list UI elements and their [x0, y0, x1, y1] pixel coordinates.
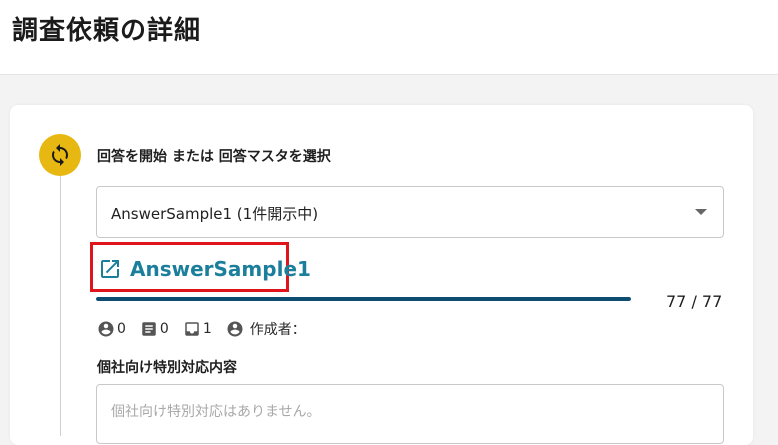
answer-stats: 0 0 1 作成者： [97, 319, 320, 339]
progress-count: 77 / 77 [666, 292, 723, 311]
sync-icon [52, 144, 68, 166]
timeline-line [60, 176, 61, 436]
open-in-new-icon [101, 260, 119, 278]
author-label: 作成者： [249, 322, 306, 338]
page-title: 調査依頼の詳細 [12, 16, 202, 46]
step-label: 回答を開始 または 回答マスタを選択 [97, 149, 331, 165]
inbox-icon [185, 322, 199, 336]
person-circle-icon [227, 321, 243, 337]
stat-documents-count: 0 [159, 321, 169, 337]
answer-sample-link-label: AnswerSample1 [130, 257, 311, 281]
step-status-badge [39, 134, 81, 176]
progress-bar [96, 297, 631, 301]
custom-handling-label: 個社向け特別対応内容 [97, 360, 237, 376]
document-icon [142, 322, 156, 336]
stat-author: 作成者： [226, 319, 306, 339]
answer-sample-link[interactable]: AnswerSample1 [98, 257, 311, 281]
stat-inbox: 1 [183, 320, 212, 338]
stat-accounts: 0 [97, 320, 126, 338]
chevron-down-icon[interactable] [695, 209, 707, 215]
answer-master-select[interactable]: AnswerSample1 (1件開示中) [96, 186, 724, 238]
page-header: 調査依頼の詳細 [0, 0, 778, 75]
stat-inbox-count: 1 [202, 321, 212, 337]
stat-accounts-count: 0 [117, 321, 126, 337]
account-circle-icon [98, 321, 114, 337]
custom-handling-textarea[interactable] [96, 384, 724, 444]
stat-documents: 0 [140, 320, 169, 338]
progress-bar-fill [96, 297, 631, 301]
answer-master-select-value: AnswerSample1 (1件開示中) [111, 205, 319, 223]
